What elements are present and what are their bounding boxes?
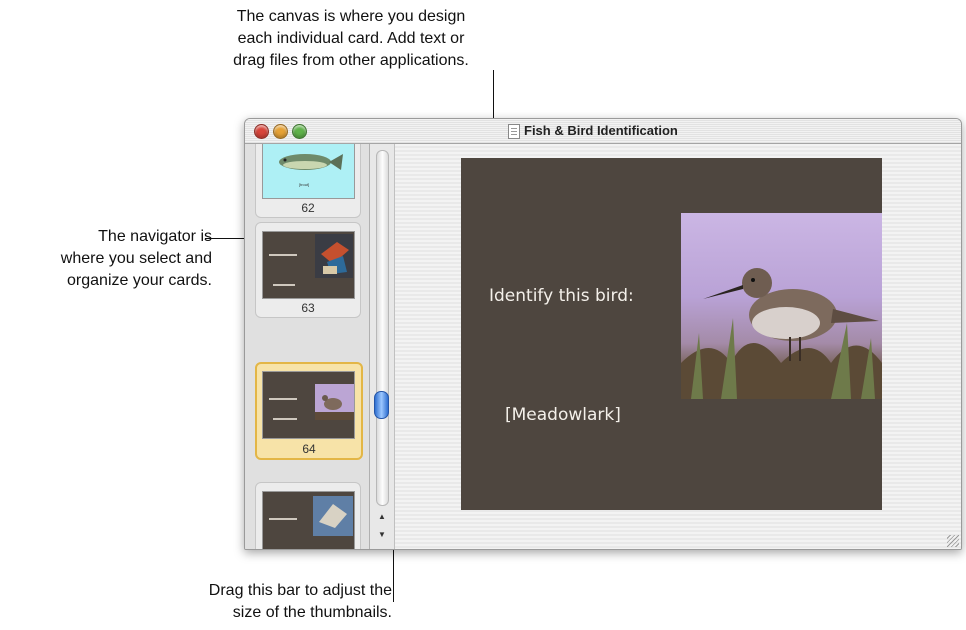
callout-navigator-line-2: where you select and <box>60 250 212 267</box>
thumbnail-65[interactable] <box>255 482 361 549</box>
arrow-up-icon[interactable]: ▲ <box>375 510 389 524</box>
bird-image <box>269 384 354 420</box>
resize-grip[interactable] <box>947 535 959 547</box>
document-icon <box>508 124 520 139</box>
fish-image <box>279 154 343 170</box>
thumbnail-card <box>262 231 355 299</box>
thumbnail-64[interactable]: 64 <box>255 362 363 460</box>
thumbnail-number: 63 <box>301 301 315 315</box>
card-answer-text[interactable]: [Meadowlark] <box>505 405 621 425</box>
thumbnail-card <box>262 371 355 439</box>
callout-canvas-line-1: The canvas is where you design <box>236 8 466 25</box>
navigator-panel: [trout] 62 63 64 <box>245 144 370 549</box>
callout-drag-line-1: Drag this bar to adjust the <box>208 582 392 599</box>
bird-photo[interactable] <box>681 213 882 399</box>
bird-illustration <box>681 268 882 399</box>
arrow-down-icon[interactable]: ▼ <box>375 528 389 542</box>
callout-drag-line-2: size of the thumbnails. <box>232 604 392 621</box>
canvas-area[interactable]: Identify this bird: [Meadowlark] <box>395 144 961 549</box>
thumbnail-caption: [trout] <box>299 182 310 187</box>
thumbnail-63[interactable]: 63 <box>255 222 361 318</box>
window-title: Fish & Bird Identification <box>524 123 678 138</box>
callout-canvas-line-2: each individual card. Add text or <box>237 30 465 47</box>
callout-navigator-line-1: The navigator is <box>98 228 212 245</box>
bird-image <box>269 234 353 286</box>
thumbnail-62[interactable]: [trout] 62 <box>255 144 361 218</box>
callout-canvas: The canvas is where you design each indi… <box>186 6 516 72</box>
close-button[interactable] <box>254 124 269 139</box>
callout-navigator-line-3: organize your cards. <box>67 272 212 289</box>
title-bar[interactable]: Fish & Bird Identification <box>245 119 961 144</box>
app-window: Fish & Bird Identification [trout] 62 63… <box>244 118 962 550</box>
card-prompt-text[interactable]: Identify this bird: <box>489 286 634 306</box>
callout-canvas-line-3: drag files from other applications. <box>233 52 469 69</box>
scroll-thumb[interactable] <box>374 391 389 419</box>
zoom-button[interactable] <box>292 124 307 139</box>
thumbnail-card <box>262 491 355 549</box>
thumbnail-number: 64 <box>302 442 316 456</box>
callout-drag-bar: Drag this bar to adjust the size of the … <box>130 580 392 624</box>
scroll-track[interactable] <box>376 150 389 506</box>
callout-navigator: The navigator is where you select and or… <box>0 226 212 292</box>
card-canvas[interactable]: Identify this bird: [Meadowlark] <box>461 158 882 510</box>
thumbnail-size-bar[interactable]: ▲ ▼ <box>370 144 395 549</box>
minimize-button[interactable] <box>273 124 288 139</box>
thumbnail-card: [trout] <box>262 144 355 199</box>
thumbnail-number: 62 <box>301 201 315 215</box>
bird-image <box>269 496 353 536</box>
